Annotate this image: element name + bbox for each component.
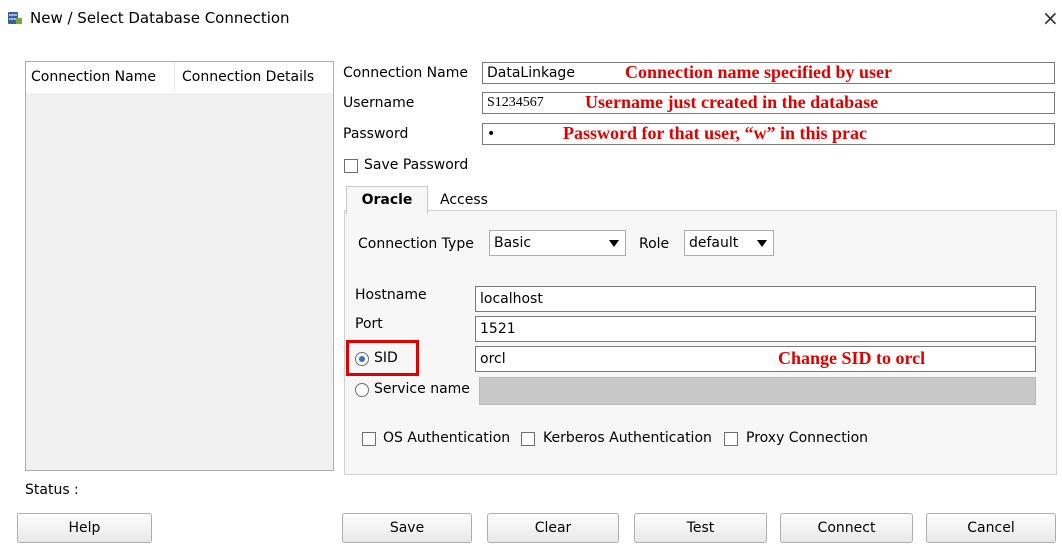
os-auth-label[interactable]: OS Authentication: [383, 430, 510, 446]
save-password-checkbox[interactable]: [344, 159, 358, 173]
sid-field[interactable]: orcl: [475, 346, 1036, 372]
connect-button[interactable]: Connect: [780, 513, 913, 543]
connections-list-header: Connection Name Connection Details: [26, 62, 333, 93]
role-value: default: [689, 235, 739, 251]
chevron-down-icon: [609, 240, 619, 247]
database-icon: [8, 12, 22, 24]
hostname-field[interactable]: localhost: [475, 286, 1036, 312]
os-auth-checkbox[interactable]: [362, 432, 376, 446]
password-label: Password: [343, 126, 409, 142]
port-value: 1521: [480, 321, 516, 337]
proxy-connection-label[interactable]: Proxy Connection: [746, 430, 868, 446]
service-name-radio[interactable]: [355, 383, 369, 397]
connection-type-label: Connection Type: [358, 236, 474, 252]
role-select[interactable]: default: [684, 230, 774, 256]
test-button[interactable]: Test: [634, 513, 767, 543]
port-field[interactable]: 1521: [475, 316, 1036, 342]
password-annotation: Password for that user, “w” in this prac: [563, 123, 868, 143]
connections-list[interactable]: Connection Name Connection Details: [25, 61, 334, 471]
connection-name-value: DataLinkage: [487, 65, 575, 81]
connection-name-label: Connection Name: [343, 65, 468, 81]
service-name-label[interactable]: Service name: [374, 381, 470, 397]
tab-access[interactable]: Access: [440, 192, 488, 208]
password-value: •: [487, 126, 496, 142]
window-title: New / Select Database Connection: [30, 9, 290, 27]
username-annotation: Username just created in the database: [585, 92, 879, 112]
tab-oracle[interactable]: Oracle: [346, 186, 428, 214]
service-name-field: [479, 377, 1036, 405]
sid-label[interactable]: SID: [374, 350, 398, 366]
clear-button[interactable]: Clear: [487, 513, 619, 543]
role-label: Role: [639, 236, 670, 252]
close-icon[interactable]: ×: [1042, 6, 1059, 30]
username-value: S1234567: [487, 95, 544, 110]
chevron-down-icon: [757, 240, 767, 247]
connection-type-select[interactable]: Basic: [489, 230, 626, 256]
column-divider[interactable]: [174, 62, 175, 92]
hostname-value: localhost: [480, 291, 543, 307]
column-connection-name[interactable]: Connection Name: [31, 69, 156, 85]
cancel-button[interactable]: Cancel: [926, 513, 1056, 543]
save-password-label[interactable]: Save Password: [364, 157, 468, 173]
save-button[interactable]: Save: [342, 513, 472, 543]
sid-value: orcl: [480, 351, 506, 367]
port-label: Port: [355, 316, 383, 332]
sid-annotation: Change SID to orcl: [778, 348, 926, 368]
proxy-connection-checkbox[interactable]: [724, 432, 738, 446]
connection-name-annotation: Connection name specified by user: [625, 62, 892, 82]
kerberos-auth-label[interactable]: Kerberos Authentication: [543, 430, 712, 446]
column-connection-details[interactable]: Connection Details: [182, 69, 314, 85]
kerberos-auth-checkbox[interactable]: [521, 432, 535, 446]
connection-type-value: Basic: [494, 235, 532, 251]
username-label: Username: [343, 95, 415, 111]
status-label: Status :: [25, 482, 79, 498]
sid-radio[interactable]: [355, 352, 369, 366]
hostname-label: Hostname: [355, 287, 427, 303]
help-button[interactable]: Help: [17, 513, 152, 543]
